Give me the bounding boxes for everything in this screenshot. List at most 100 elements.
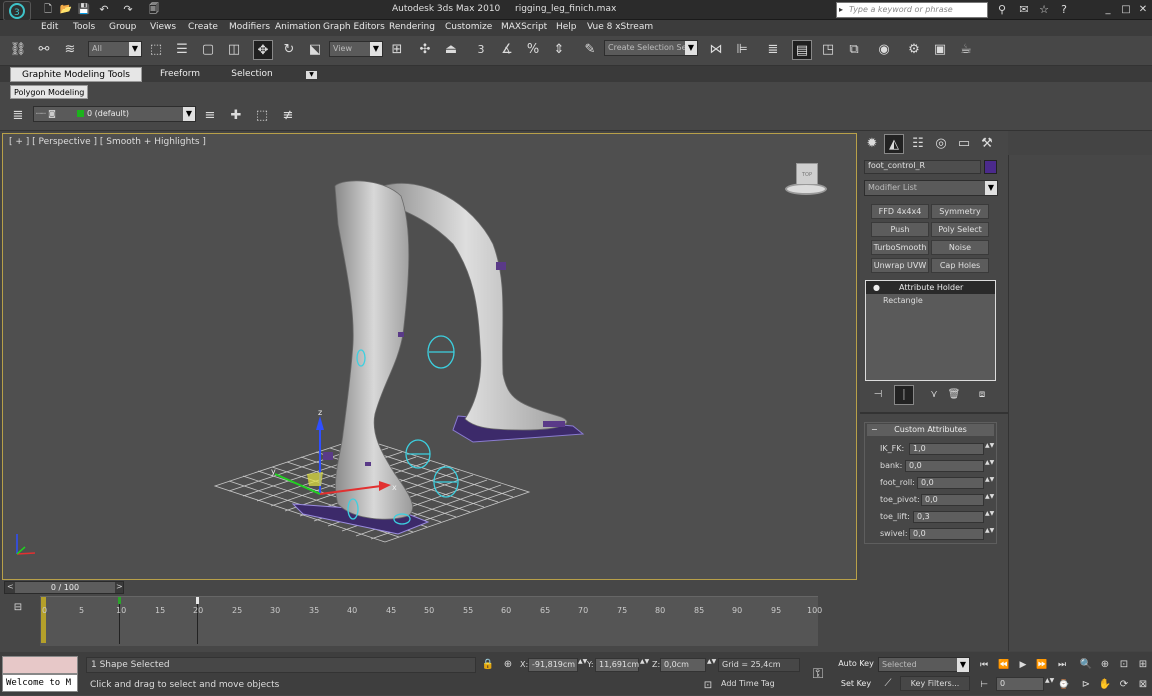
render-setup-icon[interactable]: ⚙ [904, 40, 924, 60]
ref-coord-dropdown[interactable]: View ▼ [329, 41, 383, 57]
set-key-button[interactable]: Set Key [836, 677, 876, 691]
z-spinner[interactable]: ▲▼ [707, 659, 716, 671]
current-frame-spinner[interactable]: ▲▼ [1045, 678, 1054, 690]
turbosmooth-button[interactable]: TurboSmooth [871, 240, 929, 255]
track-bar[interactable] [40, 596, 818, 646]
select-move-icon[interactable]: ✥ [253, 40, 273, 60]
pivot-center-icon[interactable]: ⊞ [387, 40, 407, 60]
undo-icon[interactable]: ↶ [94, 0, 114, 20]
absolute-mode-icon[interactable]: ⊕ [498, 655, 518, 675]
new-layer-icon[interactable]: ≡ [200, 106, 220, 126]
pan-view-icon[interactable]: ✋ [1095, 675, 1115, 695]
tab-polygon-modeling[interactable]: Polygon Modeling [10, 85, 89, 99]
align-icon[interactable]: ⊫ [732, 40, 752, 60]
select-rotate-icon[interactable]: ↻ [279, 40, 299, 60]
selection-lock-icon[interactable]: 🔒 [478, 655, 498, 675]
swivel-field[interactable]: 0,0 [909, 528, 984, 540]
layer-dropdown[interactable]: ┈┈ ◙ 0 (default) ▼ [33, 106, 196, 122]
add-to-layer-icon[interactable]: ✚ [226, 106, 246, 126]
zoom-icon[interactable]: 🔍 [1076, 655, 1096, 675]
symmetry-button[interactable]: Symmetry [931, 204, 989, 219]
redo-icon[interactable]: ↷ [118, 0, 138, 20]
create-tab-icon[interactable]: ✹ [862, 134, 882, 154]
viewcube[interactable]: TOP [783, 161, 829, 199]
remove-modifier-icon[interactable]: 🗑 [944, 385, 964, 405]
previous-frame-icon[interactable]: ⏪ [994, 655, 1014, 675]
save-file-icon[interactable]: 💾 [74, 0, 94, 20]
keyboard-shortcut-icon[interactable]: ⏏ [441, 40, 461, 60]
angle-snap-icon[interactable]: ∡ [497, 40, 517, 60]
display-tab-icon[interactable]: ▭ [954, 134, 974, 154]
next-frame-icon[interactable]: ⏩ [1032, 655, 1052, 675]
layer-manager-icon[interactable]: ≣ [763, 40, 783, 60]
edit-named-selection-icon[interactable]: ✎ [580, 40, 600, 60]
swivel-spinner[interactable]: ▲▼ [985, 528, 994, 540]
key-mode-toggle-icon[interactable]: ⊢ [974, 675, 994, 695]
perspective-viewport[interactable]: [ + ] [ Perspective ] [ Smooth + Highlig… [2, 133, 857, 580]
show-end-result-icon[interactable]: ⏐ [894, 385, 914, 405]
motion-tab-icon[interactable]: ◎ [931, 134, 951, 154]
rectangular-selection-icon[interactable]: ▢ [198, 40, 218, 60]
percent-snap-icon[interactable]: % [523, 40, 543, 60]
comm-center-icon[interactable]: ✉ [1014, 0, 1034, 20]
go-to-start-icon[interactable]: ⏮ [974, 655, 994, 675]
ik-fk-field[interactable]: 1,0 [909, 443, 984, 455]
menu-views[interactable]: Views [150, 22, 176, 32]
lightbulb-icon[interactable]: ● [873, 281, 880, 294]
frame-marker[interactable] [41, 597, 46, 643]
toe-pivot-spinner[interactable]: ▲▼ [985, 494, 994, 506]
push-button[interactable]: Push [871, 222, 929, 237]
bank-spinner[interactable]: ▲▼ [985, 460, 994, 472]
snaps-toggle-icon[interactable]: 3 [471, 40, 491, 60]
menu-create[interactable]: Create [188, 22, 218, 32]
mini-curve-editor-icon[interactable]: ⊟ [8, 598, 28, 618]
favorites-icon[interactable]: ☆ [1034, 0, 1054, 20]
rendered-frame-icon[interactable]: ▣ [930, 40, 950, 60]
toe-lift-spinner[interactable]: ▲▼ [985, 511, 994, 523]
time-slider-next-button[interactable]: > [116, 582, 123, 591]
pin-stack-icon[interactable]: ⊣ [868, 385, 888, 405]
tab-selection[interactable]: Selection [220, 67, 284, 82]
project-folder-icon[interactable]: 🗐 [144, 0, 164, 20]
toe-pivot-field[interactable]: 0,0 [921, 494, 984, 506]
key-mode-dropdown[interactable]: Selected ▼ [878, 657, 970, 672]
select-manipulate-icon[interactable]: ✣ [415, 40, 435, 60]
go-to-end-icon[interactable]: ⏭ [1052, 655, 1072, 675]
stack-item-rectangle[interactable]: Rectangle [883, 296, 923, 305]
y-spinner[interactable]: ▲▼ [640, 659, 649, 671]
make-unique-icon[interactable]: ⋎ [924, 385, 944, 405]
select-object-icon[interactable]: ⬚ [146, 40, 166, 60]
help-icon[interactable]: ? [1054, 0, 1074, 20]
play-icon[interactable]: ▶ [1013, 655, 1033, 675]
open-file-icon[interactable]: 📂 [56, 0, 76, 20]
tab-graphite-modeling-tools[interactable]: Graphite Modeling Tools [10, 67, 142, 82]
menu-group[interactable]: Group [109, 22, 136, 32]
auto-key-button[interactable]: Auto Key [836, 657, 876, 671]
named-selection-dropdown[interactable]: Create Selection Se ▼ [604, 40, 698, 56]
render-production-icon[interactable]: ☕ [956, 40, 976, 60]
select-by-name-icon[interactable]: ☰ [172, 40, 192, 60]
schematic-view-icon[interactable]: ⧉ [844, 40, 864, 60]
mirror-icon[interactable]: ⋈ [706, 40, 726, 60]
graphite-toggle-icon[interactable]: ▤ [792, 40, 812, 60]
unwrap-uvw-button[interactable]: Unwrap UVW [871, 258, 929, 273]
time-configuration-icon[interactable]: ⌚ [1054, 675, 1074, 695]
select-in-layer-icon[interactable]: ⬚ [252, 106, 272, 126]
modifier-stack[interactable]: ● Attribute Holder Rectangle [865, 280, 996, 381]
menu-graph-editors[interactable]: Graph Editors [323, 22, 385, 32]
bank-field[interactable]: 0,0 [905, 460, 984, 472]
modifier-list-dropdown[interactable]: Modifier List ▼ [864, 180, 998, 196]
time-slider-track[interactable]: < 0 / 100 > [4, 581, 124, 594]
menu-maxscript[interactable]: MAXScript [501, 22, 547, 32]
hierarchy-tab-icon[interactable]: ☷ [908, 134, 928, 154]
minimize-button[interactable]: _ [1098, 0, 1118, 20]
poly-select-button[interactable]: Poly Select [931, 222, 989, 237]
default-tangent-icon[interactable]: ⟋ [878, 674, 898, 694]
orbit-icon[interactable]: ⟳ [1114, 675, 1134, 695]
foot-roll-spinner[interactable]: ▲▼ [985, 477, 994, 489]
time-slider-prev-button[interactable]: < [7, 582, 14, 591]
curve-editor-icon[interactable]: ◳ [818, 40, 838, 60]
close-button[interactable]: ✕ [1133, 0, 1152, 20]
x-spinner[interactable]: ▲▼ [578, 659, 587, 671]
cap-holes-button[interactable]: Cap Holes [931, 258, 989, 273]
